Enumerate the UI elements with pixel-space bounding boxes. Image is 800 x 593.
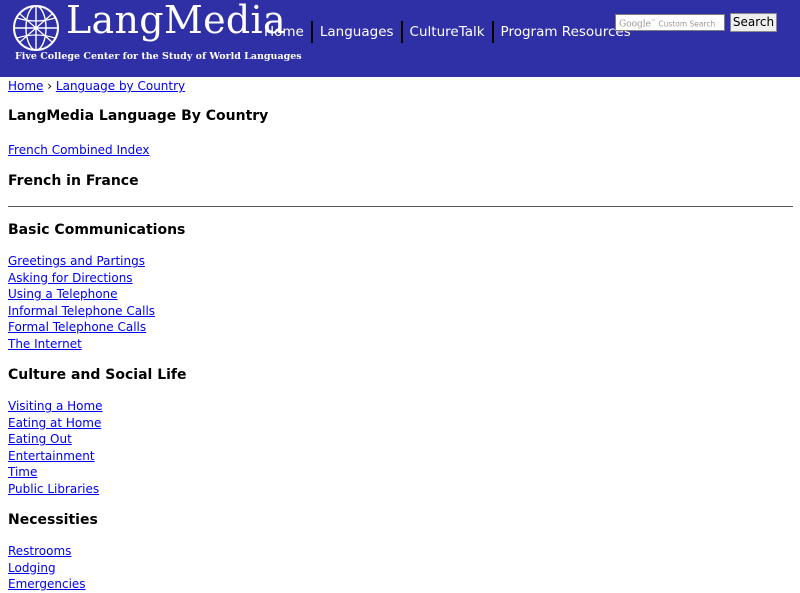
topic-link[interactable]: Greetings and Partings (8, 253, 793, 270)
google-brand-text: Google (619, 19, 651, 30)
nav-culturetalk[interactable]: CultureTalk (405, 20, 490, 44)
topic-link[interactable]: Public Libraries (8, 481, 793, 498)
logo-tagline: Five College Center for the Study of Wor… (15, 51, 302, 62)
breadcrumb-language-by-country-link[interactable]: Language by Country (56, 79, 185, 93)
topic-link[interactable]: Restrooms (8, 543, 793, 560)
breadcrumb-home-link[interactable]: Home (8, 79, 43, 93)
search-button[interactable]: Search (730, 13, 777, 32)
topic-link[interactable]: Formal Telephone Calls (8, 319, 793, 336)
topic-link[interactable]: Time (8, 464, 793, 481)
section-heading-basic-communications: Basic Communications (8, 222, 186, 238)
main-content: Home › Language by Country LangMedia Lan… (8, 78, 793, 593)
page-subtitle: French in France (8, 173, 139, 189)
search-placeholder: Custom Search (658, 19, 716, 29)
section-heading-culture-and-social-life: Culture and Social Life (8, 367, 187, 383)
breadcrumb-separator: › (47, 79, 53, 93)
topic-link[interactable]: Entertainment (8, 448, 793, 465)
search-input[interactable]: Google™ Custom Search (615, 14, 725, 31)
basic-communications-links: Greetings and Partings Asking for Direct… (8, 253, 793, 352)
topic-link[interactable]: The Internet (8, 336, 793, 353)
page-title: LangMedia Language By Country (8, 107, 269, 124)
breadcrumb: Home › Language by Country (8, 78, 793, 95)
top-navigation: Home Languages CultureTalk Program Resou… (259, 20, 636, 44)
nav-languages[interactable]: Languages (315, 20, 399, 44)
topic-link[interactable]: Asking for Directions (8, 270, 793, 287)
topic-link[interactable]: Using a Telephone (8, 286, 793, 303)
topic-link[interactable]: Lodging (8, 560, 793, 577)
nav-separator (491, 21, 494, 43)
nav-separator (310, 21, 313, 43)
divider (8, 206, 793, 207)
topic-link[interactable]: Visiting a Home (8, 398, 793, 415)
necessities-links: Restrooms Lodging Emergencies (8, 543, 793, 593)
topic-link[interactable]: Eating Out (8, 431, 793, 448)
section-heading-necessities: Necessities (8, 512, 98, 528)
site-header: LangMedia Five College Center for the St… (0, 0, 800, 77)
nav-separator (400, 21, 403, 43)
nav-home[interactable]: Home (259, 20, 309, 44)
globe-logo-icon[interactable] (11, 3, 61, 53)
topic-link[interactable]: Emergencies (8, 576, 793, 593)
french-combined-index-link[interactable]: French Combined Index (8, 143, 150, 157)
topic-link[interactable]: Informal Telephone Calls (8, 303, 793, 320)
logo-title[interactable]: LangMedia (66, 0, 286, 42)
culture-links: Visiting a Home Eating at Home Eating Ou… (8, 398, 793, 497)
topic-link[interactable]: Eating at Home (8, 415, 793, 432)
